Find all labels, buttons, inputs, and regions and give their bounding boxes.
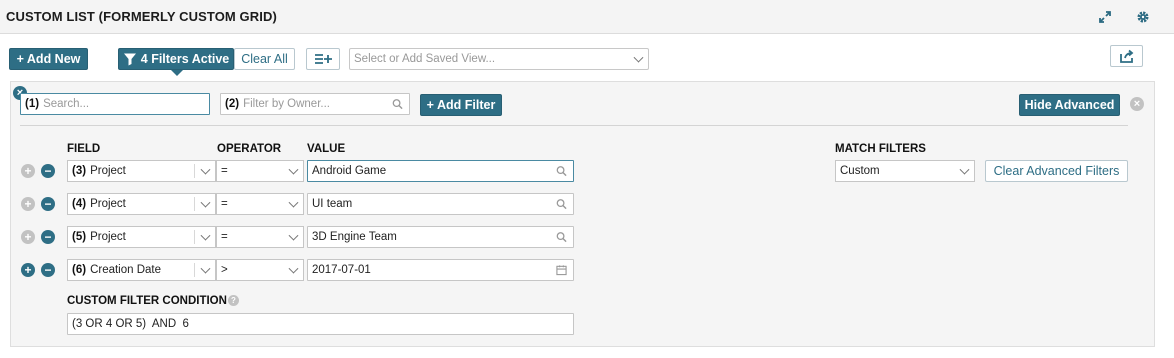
search-icon: [556, 166, 567, 177]
field-select[interactable]: (5) Project: [67, 226, 216, 248]
search-number: (1): [25, 98, 40, 110]
field-value: Project: [90, 165, 126, 177]
chevron-down-icon: [959, 164, 970, 175]
field-select[interactable]: (4) Project: [67, 193, 216, 215]
hide-advanced-button[interactable]: Hide Advanced: [1019, 94, 1120, 116]
value-input[interactable]: 3D Engine Team: [307, 226, 574, 248]
operator-select[interactable]: >: [216, 259, 304, 281]
help-icon[interactable]: ?: [228, 295, 239, 306]
filters-active-label: 4 Filters Active: [140, 52, 230, 66]
value-input[interactable]: UI team: [307, 193, 574, 215]
chevron-down-icon: [288, 230, 299, 241]
field-select[interactable]: (3) Project: [67, 160, 216, 182]
operator-select[interactable]: =: [216, 160, 304, 182]
field-value: Creation Date: [90, 264, 162, 276]
page-title: CUSTOM LIST (FORMERLY CUSTOM GRID): [6, 9, 277, 24]
value-column-header: VALUE: [307, 143, 346, 155]
filter-funnel-icon: [123, 53, 136, 66]
chevron-down-icon: [288, 164, 299, 175]
close-icon[interactable]: ×: [1130, 97, 1144, 111]
value-text: 2017-07-01: [312, 264, 371, 276]
share-export-icon: [1119, 49, 1133, 63]
owner-number: (2): [225, 98, 240, 110]
operator-value: =: [221, 165, 228, 177]
date-input[interactable]: 2017-07-01: [307, 259, 574, 281]
chevron-down-icon: [288, 197, 299, 208]
match-filters-value: Custom: [840, 165, 880, 177]
row-number: (3): [72, 165, 87, 177]
column-add-button[interactable]: [306, 48, 340, 70]
chevron-down-icon: [200, 164, 211, 175]
search-input[interactable]: (1) Search...: [20, 93, 210, 115]
search-icon: [556, 199, 567, 210]
chevron-down-icon: [200, 197, 211, 208]
add-filter-button[interactable]: + Add Filter: [420, 94, 502, 116]
field-value: Project: [90, 198, 126, 210]
field-select[interactable]: (6) Creation Date: [67, 259, 216, 281]
add-row-icon[interactable]: +: [21, 197, 35, 211]
add-new-button[interactable]: + Add New: [9, 48, 88, 70]
chevron-down-icon: [200, 230, 211, 241]
value-text: 3D Engine Team: [312, 231, 397, 243]
clear-advanced-filters-button[interactable]: Clear Advanced Filters: [985, 160, 1128, 182]
chevron-down-icon: [633, 52, 644, 63]
row-number: (5): [72, 231, 87, 243]
row-number: (6): [72, 264, 87, 276]
filters-active-button[interactable]: 4 Filters Active: [118, 48, 234, 70]
operator-select[interactable]: =: [216, 193, 304, 215]
custom-condition-label: CUSTOM FILTER CONDITION: [67, 295, 227, 307]
active-indicator-arrow: [171, 70, 183, 76]
match-filters-select[interactable]: Custom: [835, 160, 975, 182]
remove-row-icon[interactable]: −: [41, 263, 55, 277]
field-value: Project: [90, 231, 126, 243]
search-icon: [392, 99, 403, 110]
match-filters-label: MATCH FILTERS: [835, 143, 926, 155]
export-button[interactable]: [1110, 45, 1143, 67]
saved-view-placeholder: Select or Add Saved View...: [354, 53, 496, 65]
gear-icon[interactable]: [1135, 9, 1151, 25]
value-input[interactable]: Android Game: [307, 160, 574, 182]
row-number: (4): [72, 198, 87, 210]
add-row-icon[interactable]: +: [21, 164, 35, 178]
search-placeholder: Search...: [43, 98, 90, 110]
value-text: UI team: [312, 198, 353, 210]
chevron-down-icon: [288, 263, 299, 274]
field-column-header: FIELD: [67, 143, 101, 155]
search-icon: [556, 232, 567, 243]
operator-value: =: [221, 231, 228, 243]
owner-filter-input[interactable]: (2) Filter by Owner...: [220, 93, 410, 115]
remove-row-icon[interactable]: −: [41, 197, 55, 211]
custom-condition-input[interactable]: (3 OR 4 OR 5) AND 6: [67, 313, 574, 335]
saved-view-select[interactable]: Select or Add Saved View...: [349, 48, 649, 70]
value-text: Android Game: [312, 165, 387, 177]
remove-row-icon[interactable]: −: [41, 164, 55, 178]
remove-row-icon[interactable]: −: [41, 230, 55, 244]
expand-icon[interactable]: [1097, 9, 1113, 25]
columns-plus-icon: [315, 54, 332, 64]
add-row-icon[interactable]: +: [21, 263, 35, 277]
condition-text: (3 OR 4 OR 5) AND 6: [72, 318, 189, 330]
calendar-icon[interactable]: [556, 265, 567, 276]
owner-placeholder: Filter by Owner...: [243, 98, 330, 110]
add-row-icon[interactable]: +: [21, 230, 35, 244]
operator-value: =: [221, 198, 228, 210]
chevron-down-icon: [200, 263, 211, 274]
operator-value: >: [221, 264, 228, 276]
clear-all-button[interactable]: Clear All: [234, 48, 295, 70]
operator-select[interactable]: =: [216, 226, 304, 248]
operator-column-header: OPERATOR: [217, 143, 282, 155]
filter-divider: [20, 125, 1128, 126]
